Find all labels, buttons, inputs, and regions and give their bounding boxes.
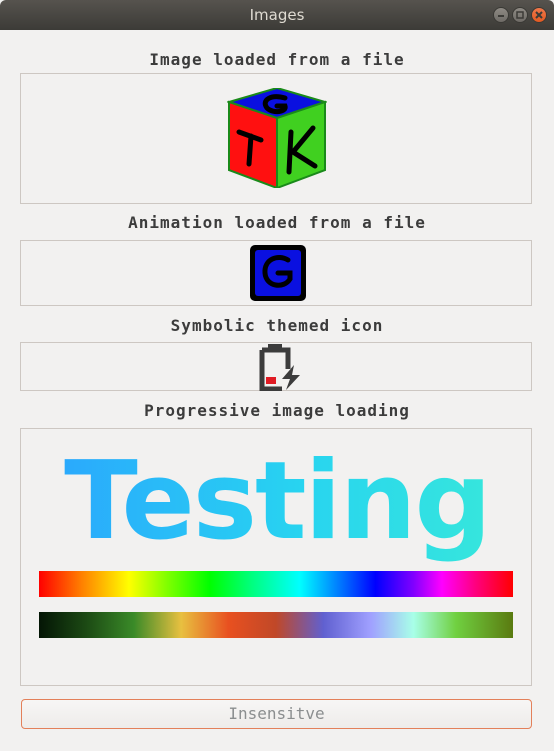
gtk-cube-logo — [227, 88, 327, 188]
progressive-label: Progressive image loading — [144, 401, 410, 420]
battery-low-charging-icon — [259, 344, 300, 391]
animation-frame — [20, 240, 532, 306]
color-gradient-bar — [39, 612, 513, 638]
gtk-g-animation — [250, 245, 306, 301]
insensitive-button[interactable]: Insensitve — [21, 699, 532, 729]
progressive-frame: Testing — [20, 428, 532, 686]
file-image-label: Image loaded from a file — [149, 50, 405, 69]
hue-gradient-bar — [39, 571, 513, 597]
maximize-icon[interactable] — [512, 7, 528, 23]
minimize-icon[interactable] — [493, 7, 509, 23]
symbolic-frame — [20, 342, 532, 391]
title-bar[interactable]: Images — [0, 0, 554, 30]
images-window: Images Image loaded from a file Animatio… — [0, 0, 554, 751]
file-image-frame — [20, 73, 532, 204]
close-icon[interactable] — [531, 7, 547, 23]
symbolic-label: Symbolic themed icon — [170, 316, 384, 335]
testing-text: Testing — [21, 439, 533, 564]
animation-label: Animation loaded from a file — [128, 213, 426, 232]
window-title: Images — [249, 6, 305, 24]
